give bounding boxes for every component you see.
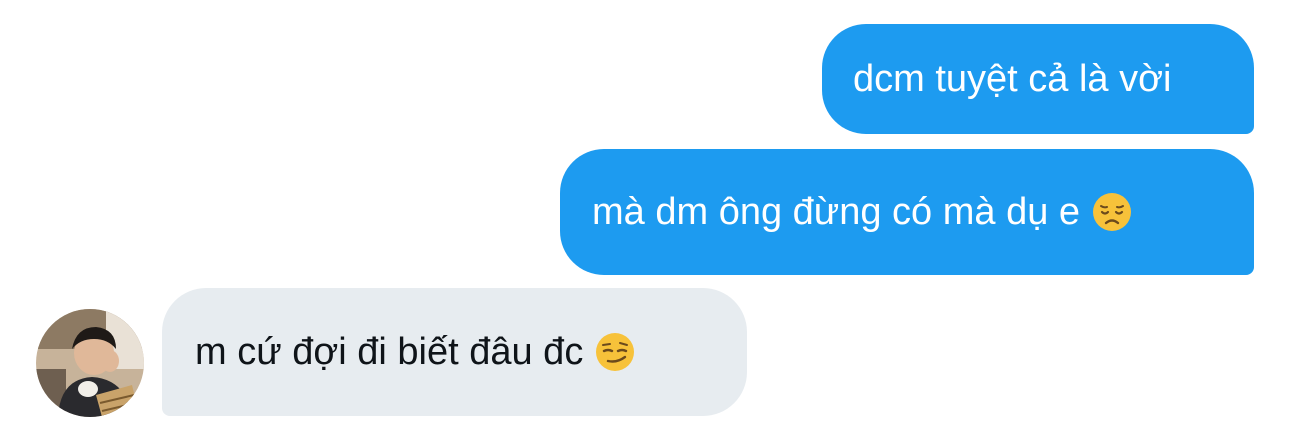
sent-message-bubble[interactable]: dcm tuyệt cả là vời: [822, 24, 1254, 134]
received-message-bubble[interactable]: m cứ đợi đi biết đâu đc: [162, 288, 747, 416]
message-text: dcm tuyệt cả là vời: [853, 58, 1172, 100]
avatar-photo-icon: [36, 309, 144, 417]
avatar[interactable]: [36, 309, 144, 417]
chat-thread: dcm tuyệt cả là vời mà dm ông đừng có mà…: [0, 0, 1290, 448]
smirking-face-emoji-icon: [595, 332, 635, 372]
disappointed-face-emoji-icon: [1092, 192, 1132, 232]
message-text: m cứ đợi đi biết đâu đc: [195, 331, 584, 373]
message-text: mà dm ông đừng có mà dụ e: [592, 191, 1081, 233]
sent-message-bubble[interactable]: mà dm ông đừng có mà dụ e: [560, 149, 1254, 275]
